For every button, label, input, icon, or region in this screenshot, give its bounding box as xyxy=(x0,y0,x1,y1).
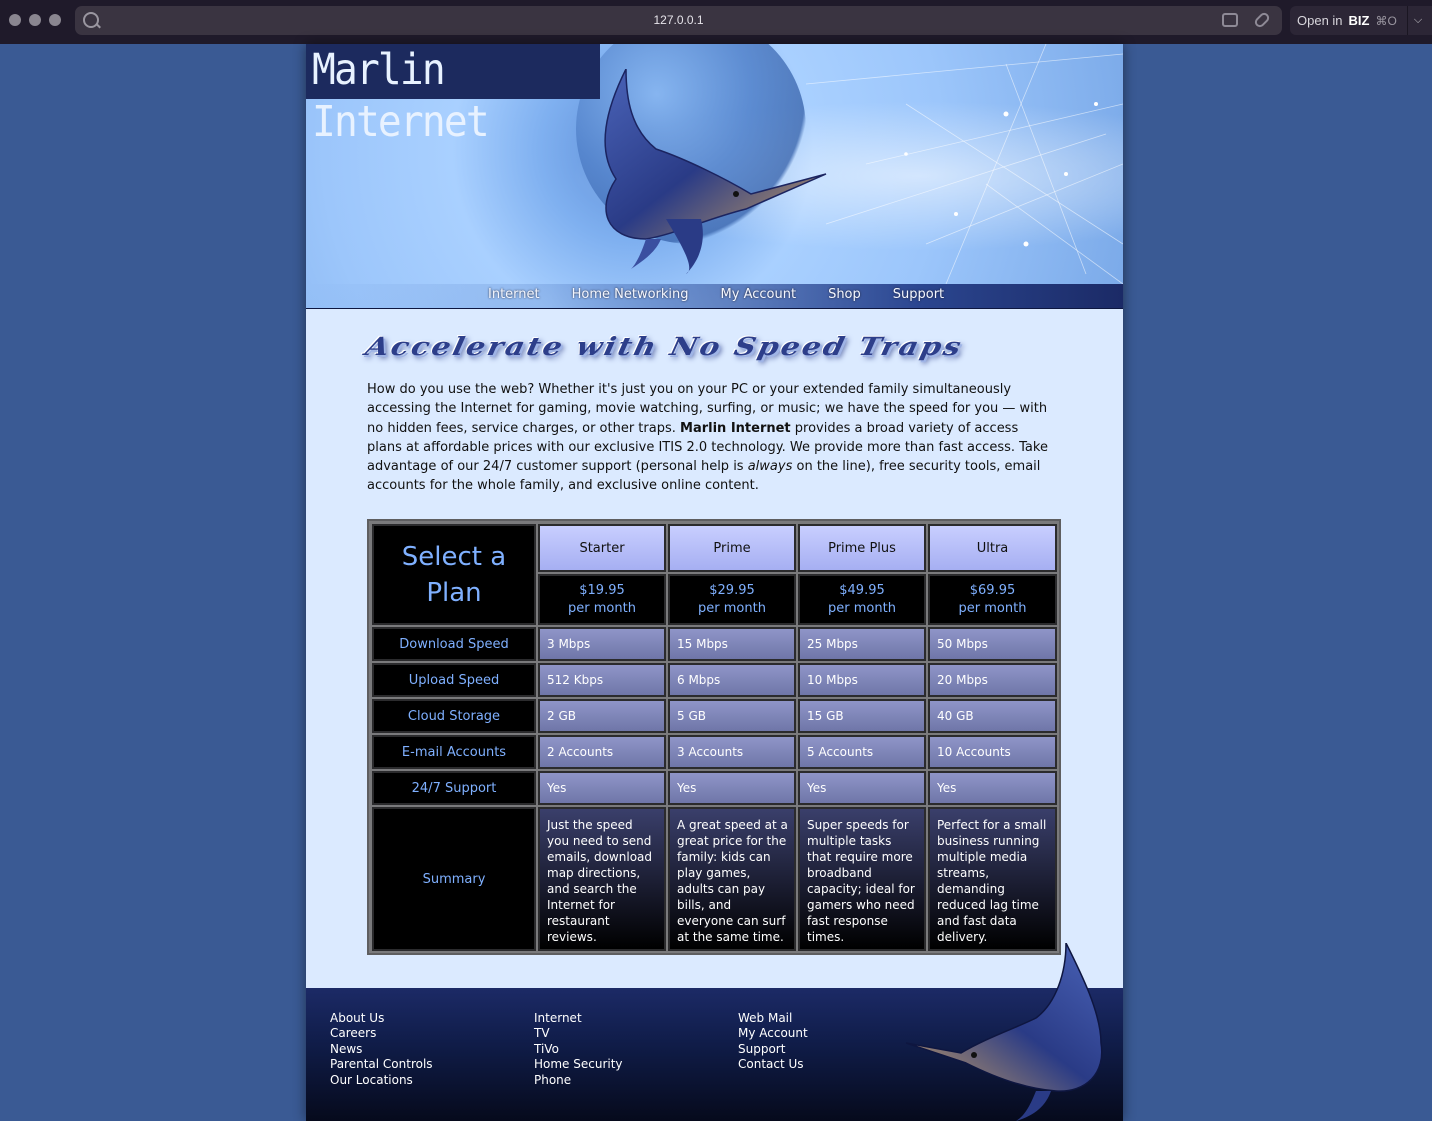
table-cell: 6 Mbps xyxy=(668,663,796,697)
row-label-support: 24/7 Support xyxy=(372,771,536,805)
open-in-shortcut: ⌘O xyxy=(1375,13,1397,28)
table-cell: 10 Mbps xyxy=(798,663,926,697)
row-label-upload-speed: Upload Speed xyxy=(372,663,536,697)
plan-price-prime: $29.95 per month xyxy=(668,574,796,625)
table-cell: 5 Accounts xyxy=(798,735,926,769)
intro-paragraph: How do you use the web? Whether it's jus… xyxy=(367,382,1048,494)
plan-price-ultra: $69.95 per month xyxy=(928,574,1057,625)
footer-link[interactable]: News xyxy=(330,1042,433,1057)
table-cell: 25 Mbps xyxy=(798,627,926,661)
footer-link[interactable]: Contact Us xyxy=(738,1057,808,1072)
table-cell: 512 Kbps xyxy=(538,663,666,697)
summary-prime-plus: Super speeds for multiple tasks that req… xyxy=(798,807,926,951)
open-in-app-button[interactable]: Open in BIZ ⌘O ⌵ xyxy=(1290,6,1432,35)
plan-name-ultra: Ultra xyxy=(928,524,1057,572)
site-logo: Marlin Internet xyxy=(312,45,490,147)
close-window-button[interactable] xyxy=(9,14,21,26)
footer-column-services: Internet TV TiVo Home Security Phone xyxy=(534,1011,623,1088)
link-icon[interactable] xyxy=(1252,10,1272,30)
marlin-footer-image xyxy=(906,943,1103,1121)
plan-table: Select a Plan Starter Prime Prime Plus U… xyxy=(367,519,1061,955)
minimize-window-button[interactable] xyxy=(29,14,41,26)
footer-link[interactable]: About Us xyxy=(330,1011,433,1026)
footer-link[interactable]: Careers xyxy=(330,1026,433,1041)
open-in-app-name: BIZ xyxy=(1348,13,1370,28)
page: Marlin Internet Internet Home Networking… xyxy=(306,44,1123,1121)
summary-prime: A great speed at a great price for the f… xyxy=(668,807,796,951)
plan-price-starter: $19.95 per month xyxy=(538,574,666,625)
open-in-label: Open in xyxy=(1297,13,1343,28)
table-cell: 10 Accounts xyxy=(928,735,1057,769)
footer-link[interactable]: Parental Controls xyxy=(330,1057,433,1072)
url-text: 127.0.0.1 xyxy=(653,13,704,27)
nav-my-account[interactable]: My Account xyxy=(721,287,797,302)
table-cell: 2 GB xyxy=(538,699,666,733)
footer-link[interactable]: Support xyxy=(738,1042,808,1057)
table-cell: Yes xyxy=(668,771,796,805)
select-plan-heading: Select a Plan xyxy=(372,524,536,625)
plan-name-starter: Starter xyxy=(538,524,666,572)
marlin-logo-image xyxy=(604,69,827,274)
footer-link[interactable]: Our Locations xyxy=(330,1073,433,1088)
table-cell: Yes xyxy=(538,771,666,805)
nav-internet[interactable]: Internet xyxy=(488,287,540,302)
footer-column-company: About Us Careers News Parental Controls … xyxy=(330,1011,433,1088)
nav-shop[interactable]: Shop xyxy=(828,287,861,302)
row-label-download-speed: Download Speed xyxy=(372,627,536,661)
browser-chrome: 127.0.0.1 Open in BIZ ⌘O ⌵ xyxy=(0,0,1432,44)
table-cell: 50 Mbps xyxy=(928,627,1057,661)
table-cell: Yes xyxy=(798,771,926,805)
footer-link[interactable]: My Account xyxy=(738,1026,808,1041)
footer-link[interactable]: TiVo xyxy=(534,1042,623,1057)
table-cell: 5 GB xyxy=(668,699,796,733)
footer-link[interactable]: Internet xyxy=(534,1011,623,1026)
zoom-window-button[interactable] xyxy=(49,14,61,26)
nav-support[interactable]: Support xyxy=(893,287,944,302)
row-label-summary: Summary xyxy=(372,807,536,951)
table-cell: 20 Mbps xyxy=(928,663,1057,697)
address-bar[interactable]: 127.0.0.1 xyxy=(75,6,1282,35)
row-label-email-accounts: E-mail Accounts xyxy=(372,735,536,769)
page-headline: Accelerate with No Speed Traps xyxy=(362,332,966,361)
logo-box[interactable]: Marlin Internet xyxy=(306,44,600,147)
table-cell: 40 GB xyxy=(928,699,1057,733)
chevron-down-icon[interactable]: ⌵ xyxy=(1414,14,1422,27)
site-footer: About Us Careers News Parental Controls … xyxy=(306,943,1123,1121)
nav-home-networking[interactable]: Home Networking xyxy=(572,287,689,302)
row-label-cloud-storage: Cloud Storage xyxy=(372,699,536,733)
extension-icon[interactable] xyxy=(1222,13,1238,27)
site-banner: Marlin Internet xyxy=(306,44,1123,308)
table-cell: 3 Mbps xyxy=(538,627,666,661)
footer-link[interactable]: TV xyxy=(534,1026,623,1041)
footer-link[interactable]: Home Security xyxy=(534,1057,623,1072)
footer-column-account: Web Mail My Account Support Contact Us xyxy=(738,1011,808,1073)
table-cell: Yes xyxy=(928,771,1057,805)
summary-ultra: Perfect for a small business running mul… xyxy=(928,807,1057,951)
main-nav: Internet Home Networking My Account Shop… xyxy=(306,284,1123,309)
summary-starter: Just the speed you need to send emails, … xyxy=(538,807,666,951)
table-cell: 15 GB xyxy=(798,699,926,733)
window-controls xyxy=(9,14,61,26)
table-cell: 15 Mbps xyxy=(668,627,796,661)
footer-link[interactable]: Web Mail xyxy=(738,1011,808,1026)
table-cell: 3 Accounts xyxy=(668,735,796,769)
plan-name-prime: Prime xyxy=(668,524,796,572)
plan-name-prime-plus: Prime Plus xyxy=(798,524,926,572)
footer-link[interactable]: Phone xyxy=(534,1073,623,1088)
table-cell: 2 Accounts xyxy=(538,735,666,769)
plan-price-prime-plus: $49.95 per month xyxy=(798,574,926,625)
